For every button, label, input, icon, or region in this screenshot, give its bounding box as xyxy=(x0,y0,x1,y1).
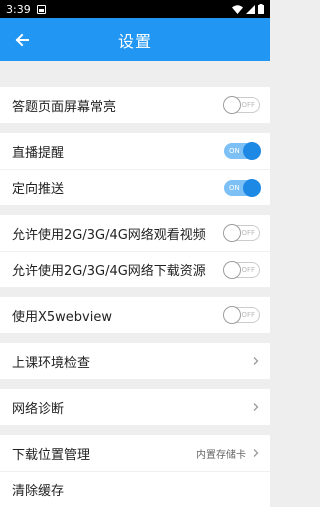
settings-group-webview: 使用X5webview OFF xyxy=(0,297,270,333)
status-time: 3:39 xyxy=(6,2,31,16)
settings-group-env: 上课环境检查 xyxy=(0,343,270,379)
chevron-right-icon xyxy=(253,449,259,457)
x5webview-toggle[interactable]: OFF xyxy=(223,306,260,324)
setting-download-location[interactable]: 下载位置管理 内置存储卡 xyxy=(0,435,270,471)
toggle-knob xyxy=(223,260,241,279)
image-notification-icon xyxy=(36,4,46,14)
targeted-push-toggle[interactable]: ON xyxy=(224,178,261,197)
setting-live-reminder: 直播提醒 ON xyxy=(0,133,270,169)
toggle-knob xyxy=(223,306,241,324)
toggle-state-label: OFF xyxy=(241,311,255,319)
setting-env-check[interactable]: 上课环境检查 xyxy=(0,343,270,379)
app-bar: 设置 xyxy=(0,18,270,61)
setting-mobile-video: 允许使用2G/3G/4G网络观看视频 OFF xyxy=(0,215,270,251)
toggle-state-label: ON xyxy=(229,183,240,192)
setting-label: 定向推送 xyxy=(12,182,65,197)
arrow-left-icon xyxy=(15,33,29,46)
setting-label: 允许使用2G/3G/4G网络观看视频 xyxy=(12,227,206,243)
toggle-state-label: ON xyxy=(229,147,240,155)
settings-group-notifications: 直播提醒 ON 定向推送 ON xyxy=(0,133,270,205)
wifi-icon xyxy=(232,4,243,14)
setting-network-diagnosis[interactable]: 网络诊断 xyxy=(0,389,270,425)
chevron-right-icon xyxy=(253,357,259,365)
toggle-state-label: OFF xyxy=(241,101,255,109)
battery-icon xyxy=(258,4,264,14)
download-location-value: 内置存储卡 xyxy=(196,449,246,461)
page-title: 设置 xyxy=(117,31,152,51)
mobile-video-toggle[interactable]: OFF xyxy=(223,224,260,242)
live-reminder-toggle[interactable]: ON xyxy=(224,142,261,160)
setting-label: 答题页面屏幕常亮 xyxy=(12,99,117,115)
setting-label: 直播提醒 xyxy=(12,145,65,161)
toggle-knob xyxy=(223,96,241,114)
signal-icon xyxy=(246,4,255,14)
setting-label: 清除缓存 xyxy=(12,484,65,499)
setting-label: 使用X5webview xyxy=(12,309,112,325)
settings-group-diagnosis: 网络诊断 xyxy=(0,389,270,425)
toggle-state-label: OFF xyxy=(241,229,255,237)
toggle-state-label: OFF xyxy=(241,265,255,274)
setting-mobile-download: 允许使用2G/3G/4G网络下载资源 OFF xyxy=(0,251,270,287)
settings-group-network: 允许使用2G/3G/4G网络观看视频 OFF 允许使用2G/3G/4G网络下载资… xyxy=(0,215,270,287)
screen-always-on-toggle[interactable]: OFF xyxy=(223,96,260,114)
toggle-knob xyxy=(223,224,241,242)
back-button[interactable] xyxy=(10,18,34,61)
setting-label: 允许使用2G/3G/4G网络下载资源 xyxy=(12,264,206,279)
setting-x5webview: 使用X5webview OFF xyxy=(0,297,270,333)
settings-group-display: 答题页面屏幕常亮 OFF xyxy=(0,87,270,123)
setting-label: 上课环境检查 xyxy=(12,355,91,371)
setting-label: 下载位置管理 xyxy=(12,447,91,463)
status-bar: 3:39 xyxy=(0,0,270,18)
mobile-download-toggle[interactable]: OFF xyxy=(223,260,260,279)
toggle-knob xyxy=(243,142,261,160)
setting-clear-cache[interactable]: 清除缓存 xyxy=(0,471,270,507)
setting-label: 网络诊断 xyxy=(12,401,65,417)
setting-screen-always-on: 答题页面屏幕常亮 OFF xyxy=(0,87,270,123)
chevron-right-icon xyxy=(253,403,259,411)
setting-targeted-push: 定向推送 ON xyxy=(0,169,270,205)
settings-group-storage: 下载位置管理 内置存储卡 清除缓存 xyxy=(0,435,270,507)
toggle-knob xyxy=(243,178,261,197)
